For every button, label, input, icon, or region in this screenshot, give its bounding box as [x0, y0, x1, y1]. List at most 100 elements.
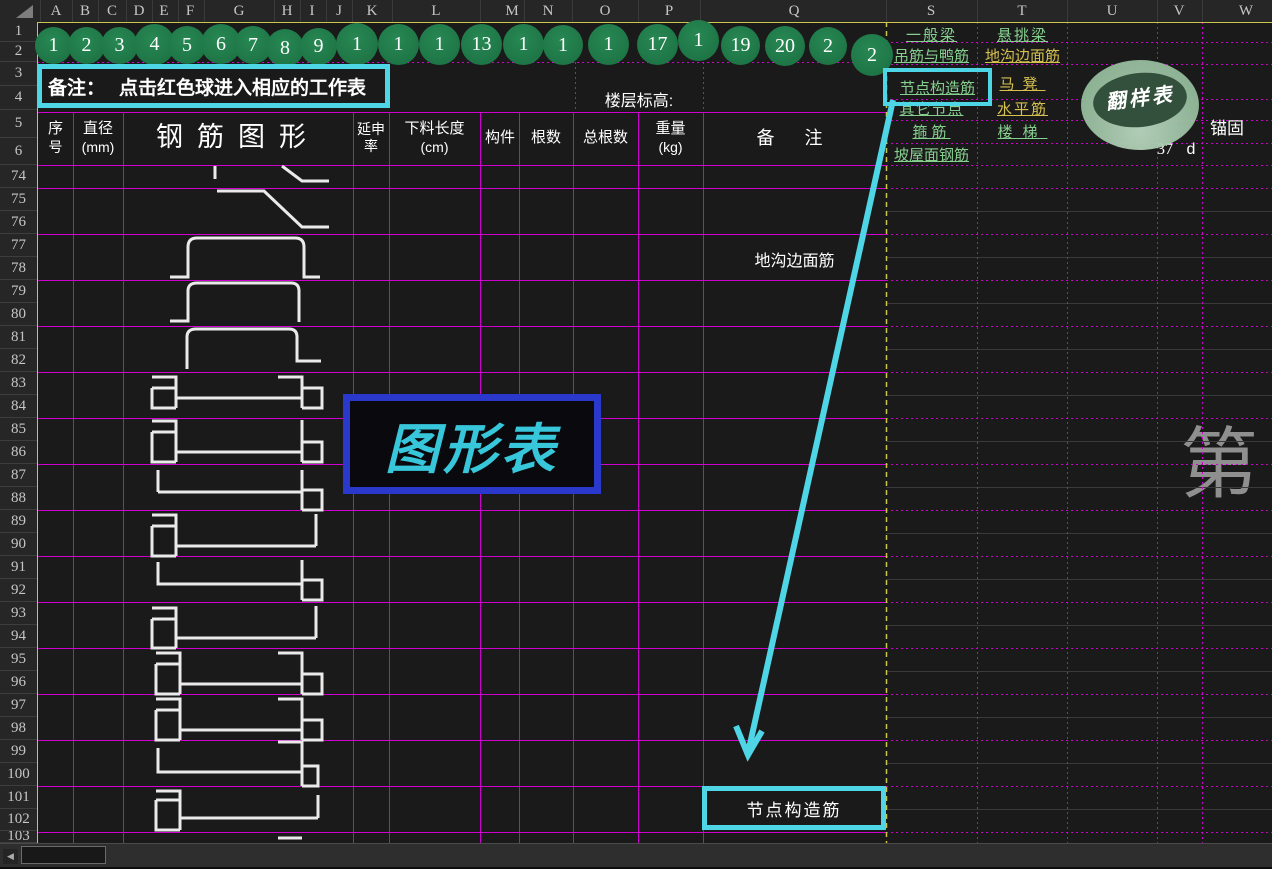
- rebar-shape-row87: [158, 470, 322, 510]
- column-header[interactable]: C: [107, 0, 117, 22]
- horizontal-scrollbar[interactable]: ◀: [0, 843, 1272, 868]
- column-header[interactable]: E: [159, 0, 168, 22]
- column-header[interactable]: B: [80, 0, 90, 22]
- nav-link-digou-bianmianjin[interactable]: 地沟边面筋: [978, 46, 1067, 65]
- column-header[interactable]: N: [543, 0, 554, 22]
- nav-link-yiban-liang[interactable]: 一般梁: [886, 24, 977, 44]
- row-header[interactable]: 85: [0, 418, 37, 441]
- row-header[interactable]: 5: [0, 110, 37, 138]
- row-header[interactable]: 74: [0, 165, 37, 188]
- column-header[interactable]: O: [600, 0, 611, 22]
- header-rebar-shape: 钢筋图形: [124, 112, 352, 164]
- sheet-link-ball[interactable]: 1: [419, 24, 460, 65]
- row-header[interactable]: 81: [0, 326, 37, 349]
- sheet-link-ball[interactable]: 1: [35, 27, 72, 64]
- column-header[interactable]: U: [1107, 0, 1118, 22]
- scroll-left-button[interactable]: ◀: [3, 849, 18, 864]
- column-header[interactable]: A: [51, 0, 62, 22]
- sheet-link-ball[interactable]: 13: [461, 24, 502, 65]
- highlight-box-jiedian: 节点构造筋: [883, 68, 992, 106]
- scrollbar-thumb[interactable]: [21, 846, 106, 864]
- column-header[interactable]: T: [1017, 0, 1026, 22]
- column-header[interactable]: J: [336, 0, 342, 22]
- row-header[interactable]: 82: [0, 349, 37, 372]
- row-header[interactable]: 90: [0, 533, 37, 556]
- row-header[interactable]: 75: [0, 188, 37, 211]
- column-header[interactable]: D: [134, 0, 145, 22]
- sheet-link-ball[interactable]: 3: [101, 27, 138, 64]
- nav-link-xuantiao-liang[interactable]: 悬挑梁: [978, 24, 1067, 44]
- column-header[interactable]: L: [431, 0, 440, 22]
- row-header[interactable]: 99: [0, 740, 37, 763]
- row-header[interactable]: 88: [0, 487, 37, 510]
- sheet-link-ball[interactable]: 1: [378, 24, 419, 65]
- column-header[interactable]: M: [505, 0, 518, 22]
- sheet-link-ball[interactable]: 19: [721, 26, 760, 65]
- row-header[interactable]: 76: [0, 211, 37, 234]
- column-header[interactable]: W: [1239, 0, 1253, 22]
- sheet-link-ball[interactable]: 17: [637, 24, 678, 65]
- sheet-link-ball[interactable]: 20: [765, 26, 805, 66]
- column-header[interactable]: I: [310, 0, 315, 22]
- column-header[interactable]: K: [367, 0, 378, 22]
- nav-link-jiedian-gouzaojin[interactable]: 节点构造筋: [900, 77, 975, 98]
- sheet-title-box: 图形表: [343, 394, 601, 494]
- column-header[interactable]: V: [1174, 0, 1185, 22]
- row-header[interactable]: 78: [0, 257, 37, 280]
- row-header[interactable]: 101: [0, 786, 37, 809]
- row-header[interactable]: 77: [0, 234, 37, 257]
- column-header[interactable]: Q: [789, 0, 800, 22]
- row-header[interactable]: 95: [0, 648, 37, 671]
- header-cut-length: 下料长度(cm): [390, 112, 479, 164]
- sheet-link-ball[interactable]: 2: [68, 27, 105, 64]
- rebar-shape-row75: [217, 191, 329, 227]
- column-header[interactable]: H: [282, 0, 293, 22]
- sheet-link-ball[interactable]: 1: [588, 24, 629, 65]
- row-header[interactable]: 92: [0, 579, 37, 602]
- row-header[interactable]: 86: [0, 441, 37, 464]
- header-weight: 重量(kg): [639, 112, 702, 164]
- nav-link-gujin[interactable]: 箍筋: [886, 121, 977, 141]
- row-header[interactable]: 102: [0, 809, 37, 831]
- row-header[interactable]: 83: [0, 372, 37, 395]
- sheet-link-ball[interactable]: 1: [336, 23, 378, 65]
- sheet-link-ball[interactable]: 1: [503, 24, 544, 65]
- row-header[interactable]: 96: [0, 671, 37, 694]
- column-header[interactable]: P: [665, 0, 673, 22]
- row-header[interactable]: 3: [0, 62, 37, 86]
- rebar-shape-row74: [215, 166, 329, 181]
- nav-link-powumian-gangjin[interactable]: 坡屋面钢筋: [886, 145, 977, 164]
- cell-note-digou: 地沟边面筋: [704, 247, 885, 271]
- row-header[interactable]: 91: [0, 556, 37, 579]
- row-header[interactable]: 100: [0, 763, 37, 786]
- nav-link-diaojin-yajin[interactable]: 吊筋与鸭筋: [886, 46, 977, 65]
- sheet-link-ball[interactable]: 2: [809, 27, 847, 65]
- row-header[interactable]: 79: [0, 280, 37, 303]
- fanyangbiao-button[interactable]: 翻样表: [1081, 60, 1199, 150]
- nav-link-louti[interactable]: 楼梯: [978, 121, 1067, 141]
- row-header[interactable]: 2: [0, 42, 37, 62]
- header-member: 构件: [481, 112, 519, 164]
- row-header[interactable]: 89: [0, 510, 37, 533]
- row-header[interactable]: 6: [0, 138, 37, 165]
- row-header[interactable]: 93: [0, 602, 37, 625]
- row-header[interactable]: 80: [0, 303, 37, 326]
- row-header[interactable]: 1: [0, 22, 37, 42]
- row-header[interactable]: 98: [0, 717, 37, 740]
- rebar-shape-row89: [152, 514, 316, 556]
- row-header[interactable]: 97: [0, 694, 37, 717]
- column-header[interactable]: F: [186, 0, 194, 22]
- row-header[interactable]: 103: [0, 831, 37, 843]
- row-header[interactable]: 84: [0, 395, 37, 418]
- row-header[interactable]: 4: [0, 86, 37, 110]
- column-header[interactable]: G: [234, 0, 245, 22]
- select-all-corner[interactable]: [0, 0, 37, 22]
- row-header[interactable]: 94: [0, 625, 37, 648]
- rebar-shape-row97: [156, 699, 322, 740]
- sheet-link-ball[interactable]: 1: [543, 25, 583, 65]
- sheet-link-ball[interactable]: 8: [266, 29, 304, 67]
- sheet-link-ball[interactable]: 9: [300, 28, 337, 65]
- sheet-link-ball[interactable]: 1: [678, 20, 719, 61]
- row-header[interactable]: 87: [0, 464, 37, 487]
- column-header[interactable]: S: [927, 0, 935, 22]
